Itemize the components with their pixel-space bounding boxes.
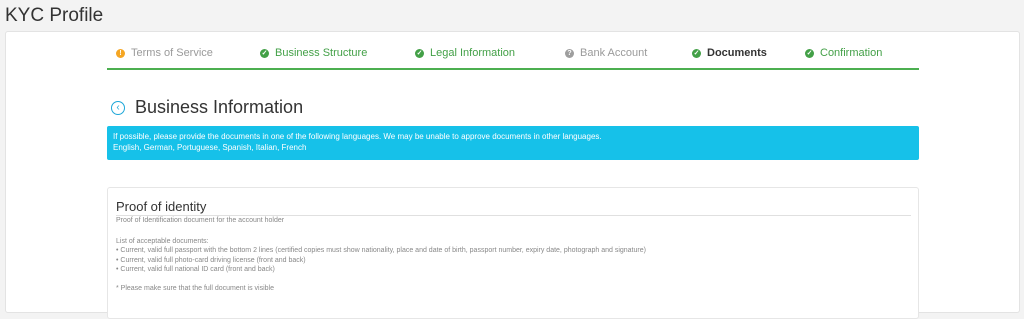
step-legal-information[interactable]: ✓ Legal Information [415,47,515,59]
question-icon: ? [565,48,574,58]
panel-subtitle: Proof of Identification document for the… [116,217,285,224]
exclamation-icon: ! [116,48,125,58]
proof-of-identity-panel: Proof of identity Proof of Identificatio… [107,187,919,319]
check-icon: ✓ [415,48,424,58]
page-title: KYC Profile [5,5,104,26]
notice-languages: English, German, Portuguese, Spanish, It… [113,143,307,152]
list-item: • Current, valid full photo-card driving… [116,256,306,264]
check-icon: ✓ [260,48,269,58]
list-item: • Current, valid full passport with the … [116,247,646,255]
step-label: Bank Account [580,47,648,59]
visibility-note: * Please make sure that the full documen… [116,285,274,292]
step-label: Business Structure [275,47,368,59]
step-label: Confirmation [820,47,883,59]
notice-text: If possible, please provide the document… [113,132,602,141]
step-documents[interactable]: ✓ Documents [692,47,767,59]
step-bank-account[interactable]: ? Bank Account [565,47,647,59]
step-terms-of-service[interactable]: ! Terms of Service [116,47,213,59]
step-confirmation[interactable]: ✓ Confirmation [805,47,882,59]
list-item: • Current, valid full national ID card (… [116,265,275,273]
back-arrow-icon[interactable]: ‹ [111,100,125,115]
acceptable-documents-list: List of acceptable documents: • Current,… [116,237,646,274]
step-navigation: ! Terms of Service ✓ Business Structure … [107,41,919,70]
step-label: Documents [707,47,767,59]
kyc-card: ! Terms of Service ✓ Business Structure … [5,31,1020,319]
section-title: Business Information [135,97,304,117]
section-header: ‹ Business Information [111,97,303,118]
step-business-structure[interactable]: ✓ Business Structure [260,47,367,59]
divider [116,215,911,216]
language-notice: If possible, please provide the document… [107,126,919,160]
step-label: Terms of Service [131,47,213,59]
step-label: Legal Information [430,47,515,59]
list-heading: List of acceptable documents: [116,238,209,245]
panel-title: Proof of identity [116,199,207,214]
check-icon: ✓ [692,48,701,58]
check-icon: ✓ [805,48,814,58]
